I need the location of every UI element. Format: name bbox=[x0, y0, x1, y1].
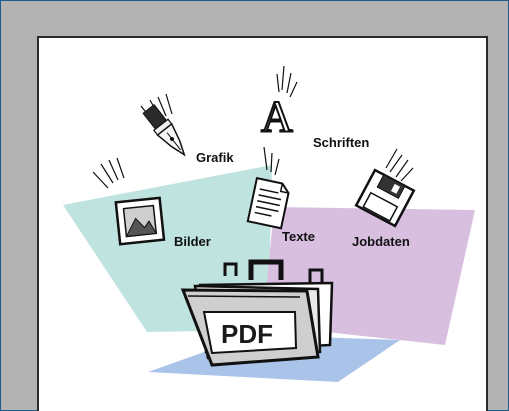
label-texte: Texte bbox=[282, 229, 315, 244]
pen-nib-icon bbox=[142, 104, 186, 157]
svg-text:A: A bbox=[261, 92, 293, 141]
label-jobdaten: Jobdaten bbox=[352, 234, 410, 249]
label-schriften: Schriften bbox=[313, 135, 369, 150]
label-bilder: Bilder bbox=[174, 234, 211, 249]
diagram-svg: A Grafik Schriften Bilder Texte Jobdaten… bbox=[63, 65, 475, 382]
label-pdf: PDF bbox=[221, 319, 273, 349]
picture-icon bbox=[114, 196, 166, 246]
font-icon: A bbox=[260, 91, 294, 142]
label-grafik: Grafik bbox=[196, 150, 234, 165]
